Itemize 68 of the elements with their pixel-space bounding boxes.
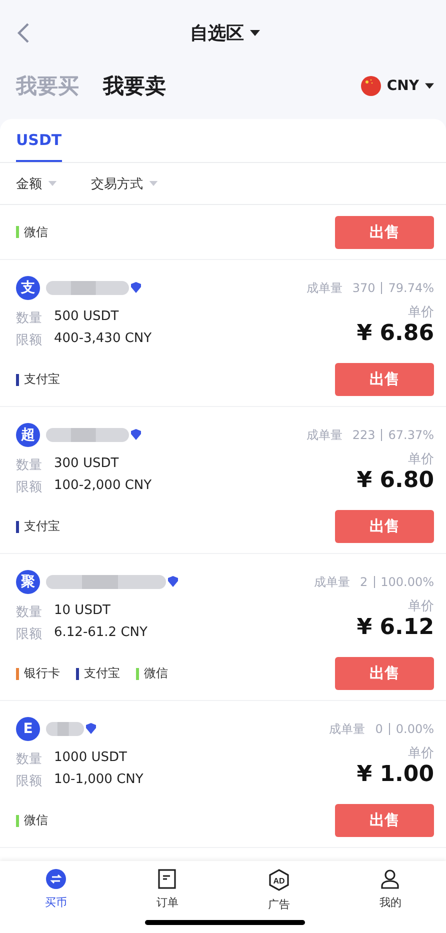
payment-method: 支付宝 (24, 371, 60, 388)
exchange-icon (46, 869, 66, 889)
field-label: 限额 (16, 773, 42, 790)
field-label: 数量 (16, 310, 42, 327)
order-count: 223 (352, 428, 376, 442)
completion-rate: 0.00% (396, 722, 434, 736)
completion-rate: 67.37% (388, 428, 434, 442)
field-label: 数量 (16, 604, 42, 621)
caret-icon (149, 181, 158, 186)
quantity-value: 300 USDT (54, 456, 119, 473)
payment-method: 微信 (24, 224, 48, 240)
payment-method: 银行卡 (24, 665, 60, 682)
avatar: 聚 (16, 570, 40, 594)
coin-tab[interactable]: USDT (16, 119, 62, 162)
limit-value: 100-2,000 CNY (54, 478, 152, 495)
field-label: 限额 (16, 626, 42, 643)
price-value: ¥ 6.12 (356, 615, 434, 640)
price-label: 单价 (408, 745, 434, 762)
field-label: 数量 (16, 751, 42, 768)
field-label: 限额 (16, 479, 42, 496)
nav-tab[interactable]: 我的 (334, 869, 446, 933)
price-value: ¥ 1.00 (356, 762, 434, 787)
limit-value: 10-1,000 CNY (54, 772, 144, 789)
limit-value: 6.12-61.2 CNY (54, 625, 148, 642)
payment-method: 微信 (24, 812, 48, 829)
stats-label: 成单量 (329, 720, 366, 738)
nav-tab[interactable]: AD 广告 (223, 869, 334, 933)
flag-icon (360, 76, 381, 96)
blurred-name (46, 719, 98, 739)
document-icon (158, 869, 176, 889)
price-value: ¥ 6.80 (356, 468, 434, 493)
filter-dropdown[interactable]: 金额 (16, 174, 57, 192)
price-label: 单价 (408, 304, 434, 321)
limit-value: 400-3,430 CNY (54, 331, 152, 348)
stats-label: 成单量 (306, 426, 342, 444)
stats-label: 成单量 (306, 280, 342, 296)
side-tab[interactable]: 我要卖 (103, 72, 166, 100)
completion-rate: 79.74% (388, 281, 434, 295)
payment-method: 微信 (144, 665, 168, 682)
payment-method: 支付宝 (24, 518, 60, 535)
completion-rate: 100.00% (380, 575, 434, 589)
avatar: 支 (16, 276, 40, 300)
price-value: ¥ 6.86 (356, 321, 434, 346)
ad-icon: AD (268, 869, 289, 891)
order-count: 0 (375, 722, 383, 736)
title-dropdown[interactable]: 自选区 (190, 21, 260, 45)
price-label: 单价 (408, 598, 434, 615)
nav-tab[interactable]: 买币 (0, 869, 112, 933)
price-label: 单价 (408, 451, 434, 468)
filter-dropdown[interactable]: 交易方式 (91, 174, 158, 192)
order-count: 2 (360, 575, 368, 589)
avatar: E (16, 717, 40, 741)
order-count: 370 (352, 281, 376, 295)
caret-icon (250, 30, 260, 36)
nav-tab[interactable]: 订单 (112, 869, 223, 933)
avatar: 超 (16, 423, 40, 447)
caret-icon (425, 83, 434, 89)
payment-method: 支付宝 (84, 665, 120, 682)
caret-icon (48, 181, 57, 186)
field-label: 限额 (16, 332, 42, 349)
quantity-value: 1000 USDT (54, 750, 127, 767)
stats-label: 成单量 (314, 574, 350, 590)
back-icon[interactable] (16, 22, 30, 44)
quantity-value: 10 USDT (54, 603, 110, 620)
quantity-value: 500 USDT (54, 309, 119, 326)
user-icon (381, 869, 400, 889)
currency-selector[interactable]: CNY (360, 76, 434, 96)
field-label: 数量 (16, 457, 42, 474)
